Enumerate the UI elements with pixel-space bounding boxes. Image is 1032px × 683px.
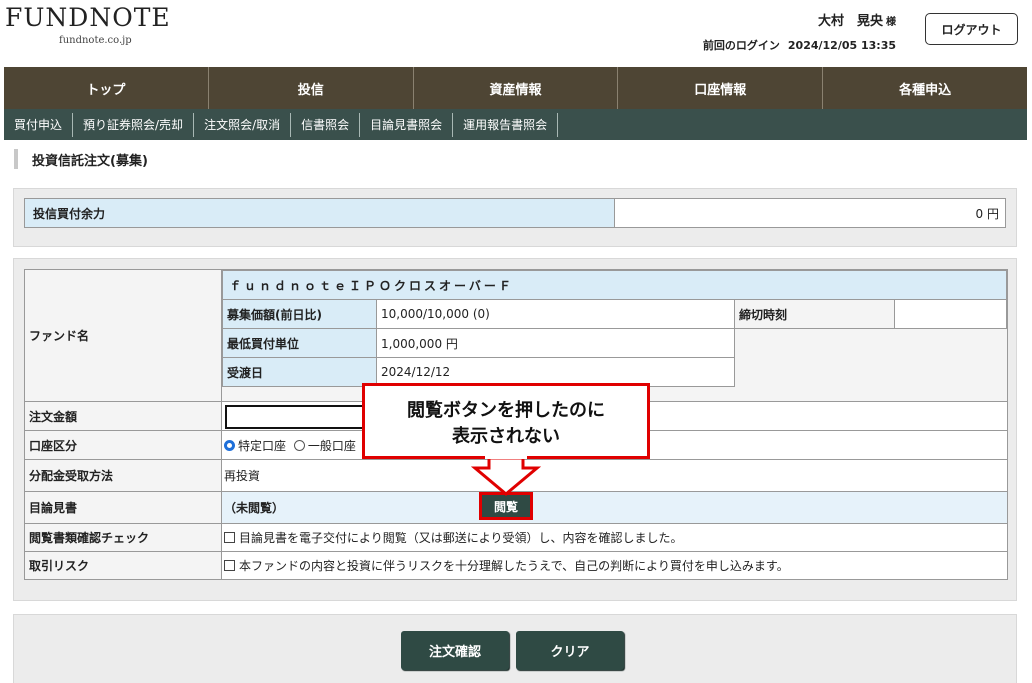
- doc-check-checkbox[interactable]: [224, 532, 235, 543]
- radio-specific-label[interactable]: 特定口座: [238, 439, 286, 453]
- nav-top[interactable]: トップ: [4, 67, 209, 109]
- last-login: 前回のログイン 2024/12/05 13:35: [703, 37, 896, 53]
- last-login-time: 2024/12/05 13:35: [787, 39, 896, 52]
- logo-text: FUNDNOTE: [5, 3, 171, 32]
- fund-detail-table: ｆｕｎｄｎｏｔｅＩＰＯクロスオーバーＦ 募集価額(前日比) 10,000/10,…: [222, 270, 1007, 387]
- available-panel: 投信買付余力 0 円: [13, 188, 1017, 247]
- callout-line-2: 表示されない: [452, 426, 560, 447]
- logout-button[interactable]: ログアウト: [925, 13, 1018, 45]
- prospectus-status: （未閲覧）: [221, 491, 1008, 524]
- subnav-letters[interactable]: 信書照会: [291, 112, 361, 137]
- subnav-holdings[interactable]: 預り証券照会/売却: [73, 112, 195, 137]
- available-value: 0 円: [975, 206, 999, 221]
- radio-general-account[interactable]: [293, 439, 305, 451]
- honorific: 様: [886, 17, 896, 28]
- min-unit-value: 1,000,000 円: [376, 328, 735, 358]
- risk-checkbox[interactable]: [224, 560, 235, 571]
- annotation-callout: 閲覧ボタンを押したのに 表示されない: [362, 383, 650, 459]
- min-unit-label: 最低買付単位: [222, 328, 377, 358]
- account-label: 口座区分: [24, 430, 222, 460]
- user-name-text: 大村 晃央: [817, 14, 883, 29]
- subnav-reports[interactable]: 運用報告書照会: [453, 112, 559, 137]
- main-nav: トップ 投信 資産情報 口座情報 各種申込: [4, 67, 1027, 109]
- nav-assets[interactable]: 資産情報: [414, 67, 619, 109]
- deadline-value: [894, 299, 1007, 329]
- radio-specific-account[interactable]: [224, 439, 235, 451]
- last-login-label: 前回のログイン: [702, 39, 780, 52]
- dividend-value: 再投資: [221, 459, 1008, 492]
- price-value: 10,000/10,000 (0): [376, 299, 735, 329]
- deadline-label: 締切時刻: [734, 299, 895, 329]
- price-label: 募集価額(前日比): [222, 299, 377, 329]
- subnav-buy[interactable]: 買付申込: [4, 112, 74, 137]
- logo-domain: fundnote.co.jp: [59, 35, 132, 46]
- risk-label: 取引リスク: [24, 551, 222, 580]
- page-title: 投資信託注文(募集): [14, 149, 148, 169]
- subnav-orders[interactable]: 注文照会/取消: [194, 112, 292, 137]
- available-row: 投信買付余力 0 円: [24, 198, 1006, 228]
- subnav-prospectus[interactable]: 目論見書照会: [360, 112, 454, 137]
- risk-text[interactable]: 本ファンドの内容と投資に伴うリスクを十分理解したうえで、自己の判断により買付を申…: [239, 559, 789, 573]
- doc-check-label: 閲覧書類確認チェック: [24, 523, 222, 552]
- clear-button[interactable]: クリア: [516, 631, 624, 670]
- view-prospectus-button[interactable]: 閲覧: [479, 492, 533, 520]
- nav-applications[interactable]: 各種申込: [823, 67, 1027, 109]
- action-panel: [13, 614, 1017, 683]
- fund-name: ｆｕｎｄｎｏｔｅＩＰＯクロスオーバーＦ: [222, 270, 1007, 300]
- user-info: 大村 晃央様 前回のログイン 2024/12/05 13:35: [703, 10, 896, 53]
- available-label: 投信買付余力: [25, 199, 615, 227]
- amount-label: 注文金額: [24, 401, 222, 431]
- logo[interactable]: FUNDNOTE fundnote.co.jp: [5, 3, 205, 47]
- doc-check-cell: 目論見書を電子交付により閲覧（又は郵送により受領）し、内容を確認しました。: [221, 523, 1008, 552]
- doc-check-text[interactable]: 目論見書を電子交付により閲覧（又は郵送により受領）し、内容を確認しました。: [239, 531, 683, 545]
- user-name: 大村 晃央様: [703, 10, 896, 29]
- nav-funds[interactable]: 投信: [209, 67, 414, 109]
- callout-line-1: 閲覧ボタンを押したのに: [407, 400, 605, 421]
- callout-arrow-icon: [471, 456, 541, 496]
- radio-general-label[interactable]: 一般口座: [308, 439, 356, 453]
- fund-label: ファンド名: [24, 269, 222, 402]
- nav-account[interactable]: 口座情報: [618, 67, 824, 109]
- delivery-label: 受渡日: [222, 357, 377, 387]
- risk-cell: 本ファンドの内容と投資に伴うリスクを十分理解したうえで、自己の判断により買付を申…: [221, 551, 1008, 580]
- sub-nav: 買付申込 預り証券照会/売却 注文照会/取消 信書照会 目論見書照会 運用報告書…: [4, 109, 1027, 140]
- dividend-label: 分配金受取方法: [24, 459, 222, 492]
- prospectus-label: 目論見書: [24, 491, 222, 524]
- confirm-order-button[interactable]: 注文確認: [401, 631, 509, 670]
- fund-detail: ｆｕｎｄｎｏｔｅＩＰＯクロスオーバーＦ 募集価額(前日比) 10,000/10,…: [221, 269, 1008, 402]
